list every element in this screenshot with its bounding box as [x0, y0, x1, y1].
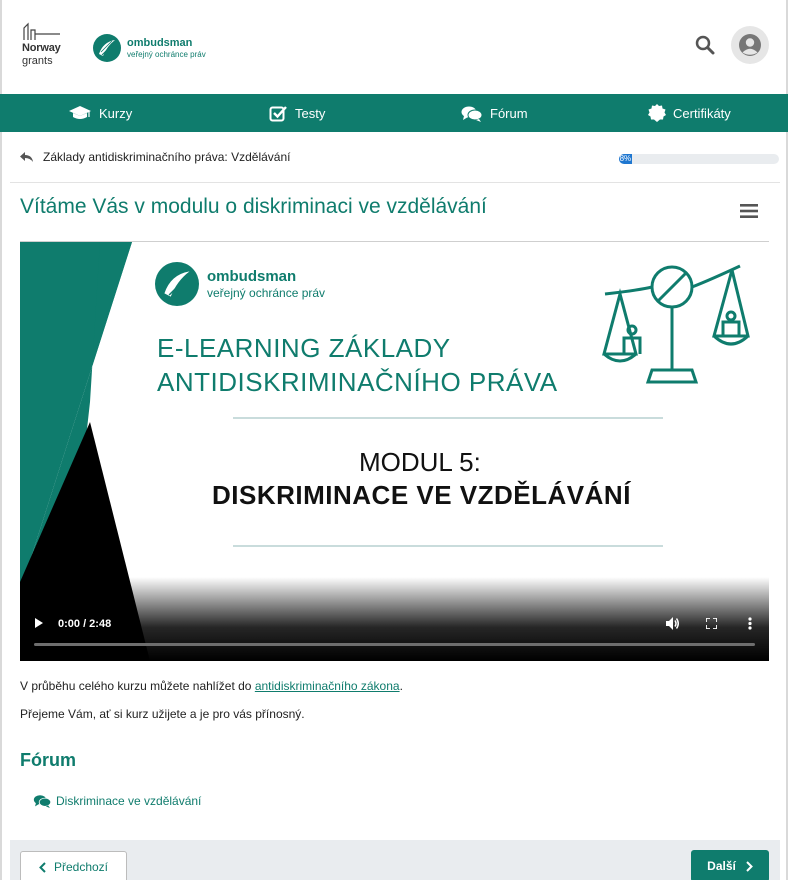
slide-title-line1: E-LEARNING ZÁKLADY: [157, 333, 451, 363]
ombudsman-logo-subtitle: veřejný ochránce práv: [127, 49, 206, 59]
video-player[interactable]: ombudsman veřejný ochránce práv E-LEARNI…: [20, 242, 769, 661]
more-vertical-icon: [748, 617, 752, 630]
user-icon: [739, 34, 761, 56]
nav-item-forum[interactable]: Fórum: [461, 94, 528, 132]
slide-module-number: MODUL 5:: [359, 447, 481, 477]
site-header: Norway grants ombudsman veřejný ochránce…: [0, 0, 788, 94]
reply-arrow-icon: [20, 151, 33, 162]
page-navigation-footer: Předchozí Další: [10, 840, 780, 880]
norway-grants-mark-icon: [23, 22, 60, 40]
chevron-left-icon: [39, 861, 46, 873]
chevron-right-icon: [746, 860, 753, 872]
video-seek-bar[interactable]: [34, 643, 755, 646]
certificate-icon: [648, 104, 666, 122]
fullscreen-button[interactable]: [705, 617, 718, 632]
frame-border-left: [0, 0, 2, 880]
search-button[interactable]: [695, 35, 715, 55]
intro-suffix: .: [399, 679, 403, 693]
nav-label-testy: Testy: [295, 105, 326, 121]
progress-label: 8%: [619, 154, 632, 163]
section-menu-button[interactable]: [740, 203, 758, 219]
user-avatar-button[interactable]: [731, 26, 769, 64]
progress-fill: 8%: [619, 154, 632, 164]
slide-ombudsman-logo: ombudsman veřejný ochránce práv: [155, 262, 325, 306]
nav-item-kurzy[interactable]: Kurzy: [68, 94, 132, 132]
comments-icon: [461, 106, 483, 122]
slide-module-title: DISKRIMINACE VE VZDĚLÁVÁNÍ: [212, 480, 631, 510]
previous-label: Předchozí: [53, 860, 109, 874]
ombudsman-logo-name: ombudsman: [127, 36, 193, 49]
ombudsman-emblem-icon: [93, 34, 121, 62]
play-icon: [35, 618, 43, 628]
course-progress-bar: 8%: [619, 154, 779, 164]
hamburger-menu-icon: [740, 204, 758, 218]
fullscreen-icon: [705, 617, 718, 630]
nav-item-testy[interactable]: Testy: [269, 94, 325, 132]
ombudsman-emblem-icon: [155, 262, 199, 306]
forum-link-label: Diskriminace ve vzdělávání: [56, 794, 202, 808]
page-title: Vítáme Vás v modulu o diskriminaci ve vz…: [20, 195, 487, 218]
slide-logo-name: ombudsman: [207, 267, 297, 285]
volume-icon: [666, 617, 679, 630]
slide-title-line2: ANTIDISKRIMINAČNÍHO PRÁVA: [157, 367, 558, 397]
wish-paragraph: Přejeme Vám, ať si kurz užijete a je pro…: [20, 707, 305, 721]
check-square-icon: [269, 105, 287, 121]
breadcrumb[interactable]: Základy antidiskriminačního práva: Vzděl…: [20, 150, 290, 164]
next-label: Další: [707, 859, 736, 873]
norway-logo-line2: grants: [22, 55, 53, 67]
graduation-cap-icon: [69, 106, 91, 119]
intro-text: V průběhu celého kurzu můžete nahlížet d…: [20, 679, 255, 693]
video-time: 0:00 / 2:48: [58, 618, 112, 630]
slide-logo-subtitle: veřejný ochránce práv: [207, 285, 326, 300]
norway-grants-logo[interactable]: Norway grants: [22, 22, 66, 72]
ombudsman-logo[interactable]: ombudsman veřejný ochránce práv: [93, 33, 206, 63]
antidiscrimination-law-link[interactable]: antidiskriminačního zákona: [255, 679, 400, 693]
intro-paragraph: V průběhu celého kurzu můžete nahlížet d…: [20, 679, 403, 693]
next-button[interactable]: Další: [691, 850, 769, 880]
comments-icon: [33, 795, 52, 808]
video-controls-overlay: [20, 577, 769, 661]
main-navigation: Kurzy Testy Fórum Certifikáty: [0, 94, 788, 132]
play-button[interactable]: [34, 617, 44, 632]
forum-link-discrimination[interactable]: Diskriminace ve vzdělávání: [33, 794, 201, 808]
norway-logo-line1: Norway: [22, 42, 61, 54]
nav-item-certifikaty[interactable]: Certifikáty: [648, 94, 731, 132]
nav-label-certifikaty: Certifikáty: [673, 105, 731, 121]
search-icon: [695, 35, 715, 55]
previous-button[interactable]: Předchozí: [20, 851, 127, 880]
nav-label-kurzy: Kurzy: [99, 105, 133, 121]
video-options-button[interactable]: [748, 617, 752, 633]
nav-label-forum: Fórum: [490, 105, 528, 121]
divider: [10, 182, 780, 183]
breadcrumb-text: Základy antidiskriminačního práva: Vzděl…: [43, 150, 291, 164]
forum-heading: Fórum: [20, 750, 76, 770]
volume-button[interactable]: [666, 617, 680, 633]
